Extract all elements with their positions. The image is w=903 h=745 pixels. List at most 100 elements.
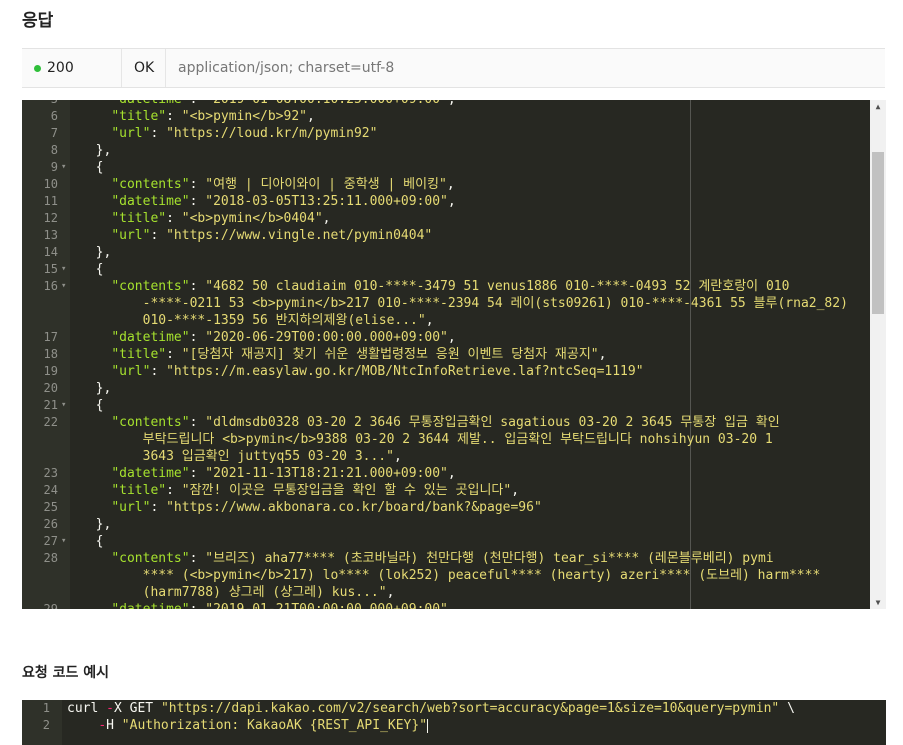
code-line: 15 ▾ { [22,261,870,278]
code-token: : [166,211,182,226]
code-token: "잠깐! 이곳은 무통장입금을 확인 할 수 있는 곳입니다" [181,483,512,498]
code-token: "datetime" [111,602,189,609]
line-number: 1 [42,701,50,715]
code-text: "contents": "4682 50 claudiaim 010-****-… [80,278,858,329]
line-number: 13 [43,228,58,242]
code-text: "contents": "여행 | 디아이와이 | 중학생 | 베이킹", [80,176,858,193]
code-line: 5 "datetime": "2019-01-08T00:10:25.000+0… [22,100,870,108]
code-token: "https://www.akbonara.co.kr/board/bank?&… [166,500,542,515]
code-text: "url": "https://www.vingle.net/pymin0404… [80,227,858,244]
code-token: : [189,415,206,430]
line-number: 28 [43,551,58,565]
code-text: { [80,159,858,176]
fold-toggle-icon[interactable]: ▾ [61,159,66,176]
scroll-down-arrow-icon[interactable]: ▼ [870,598,886,607]
code-text: "title": "잠깐! 이곳은 무통장입금을 확인 할 수 있는 곳입니다"… [80,482,858,499]
code-text: "title": "[당첨자 재공지] 찾기 쉬운 생활법령정보 응원 이벤트 … [80,346,858,363]
code-token: "title" [111,483,167,498]
code-text: "datetime": "2019-01-21T00:00:00.000+09:… [80,601,858,609]
code-token: : [189,466,206,481]
request-code-editor[interactable]: 1 curl -X GET "https://dapi.kakao.com/v2/… [22,700,886,745]
fold-toggle-icon[interactable]: ▾ [61,261,66,278]
code-line: 12 "title": "<b>pymin</b>0404", [22,210,870,227]
response-code-editor[interactable]: 5 "datetime": "2019-01-08T00:10:25.000+0… [22,100,886,609]
code-token: H [106,718,122,733]
line-number: 18 [43,347,58,361]
code-text: }, [80,380,858,397]
code-token: , [447,466,456,481]
code-token: "datetime" [111,330,190,345]
code-token: : [150,228,167,243]
code-line: 1 curl -X GET "https://dapi.kakao.com/v2/… [22,700,870,717]
code-token: "2019-01-21T00:00:00.000+09:00" [205,602,448,609]
status-text: OK [122,49,166,87]
code-text: "contents": "dldmsdb0328 03-20 2 3646 무통… [80,414,858,465]
code-token: "datetime" [111,466,190,481]
code-token: "[당첨자 재공지] 찾기 쉬운 생활법령정보 응원 이벤트 당첨자 재공지" [181,347,599,362]
code-text: "url": "https://m.easylaw.go.kr/MOB/NtcI… [80,363,858,380]
code-line: 18 "title": "[당첨자 재공지] 찾기 쉬운 생활법령정보 응원 이… [22,346,870,363]
code-token: "datetime" [111,194,190,209]
line-number: 17 [43,330,58,344]
line-number: 24 [43,483,58,497]
code-token: - [98,718,107,733]
code-text: curl -X GET "https://dapi.kakao.com/v2/s… [67,700,858,717]
fold-toggle-icon[interactable]: ▾ [61,397,66,414]
code-token: , [393,449,402,464]
code-token: "url" [111,126,151,141]
line-number: 8 [50,143,58,157]
scrollbar-thumb[interactable] [872,152,884,314]
code-token: X GET [113,701,161,716]
response-code-lines: 5 "datetime": "2019-01-08T00:10:25.000+0… [22,100,870,609]
vertical-scrollbar[interactable]: ▲ ▼ [870,100,886,609]
code-token: "2021-11-13T18:21:21.000+09:00" [205,466,448,481]
code-token: : [166,347,182,362]
content-type: application/json; charset=utf-8 [178,60,395,76]
code-token: curl [67,701,107,716]
code-token: "contents" [111,279,190,294]
line-number: 12 [43,211,58,225]
fold-toggle-icon[interactable]: ▾ [61,278,66,295]
code-line: 9 ▾ { [22,159,870,176]
line-number: 27 [43,534,58,548]
code-token: , [446,177,455,192]
line-number: 15 [43,262,58,276]
code-token: , [322,211,331,226]
code-line: 28 "contents": "브리즈) aha77**** (초코바닐라) 천… [22,550,870,601]
code-token: : [150,500,167,515]
status-ok-icon [34,64,41,72]
code-token: , [307,109,315,124]
code-token: , [425,313,434,328]
code-token: : [150,364,167,379]
line-number: 9 [50,160,58,174]
code-token: "title" [111,109,167,124]
code-line: 21 ▾ { [22,397,870,414]
code-token: \ [779,701,795,716]
code-token: }, [80,517,112,532]
code-token: : [189,551,206,566]
code-text: -H "Authorization: KakaoAK {REST_API_KEY… [67,717,858,734]
code-text: }, [80,244,858,261]
code-line: 11 "datetime": "2018-03-05T13:25:11.000+… [22,193,870,210]
code-text: "datetime": "2019-01-08T00:10:25.000+09:… [80,100,858,108]
code-line: 7 "url": "https://loud.kr/m/pymin92" [22,125,870,142]
scroll-up-arrow-icon[interactable]: ▲ [870,102,886,111]
code-token: "url" [111,364,151,379]
fold-toggle-icon[interactable]: ▾ [61,533,66,550]
code-line: 13 "url": "https://www.vingle.net/pymin0… [22,227,870,244]
code-text: "datetime": "2020-06-29T00:00:00.000+09:… [80,329,858,346]
line-number: 22 [43,415,58,429]
code-line: 22 "contents": "dldmsdb0328 03-20 2 3646… [22,414,870,465]
line-number: 21 [43,398,58,412]
code-token: "2020-06-29T00:00:00.000+09:00" [205,330,448,345]
line-number: 2 [42,718,50,732]
code-token: "title" [111,211,167,226]
